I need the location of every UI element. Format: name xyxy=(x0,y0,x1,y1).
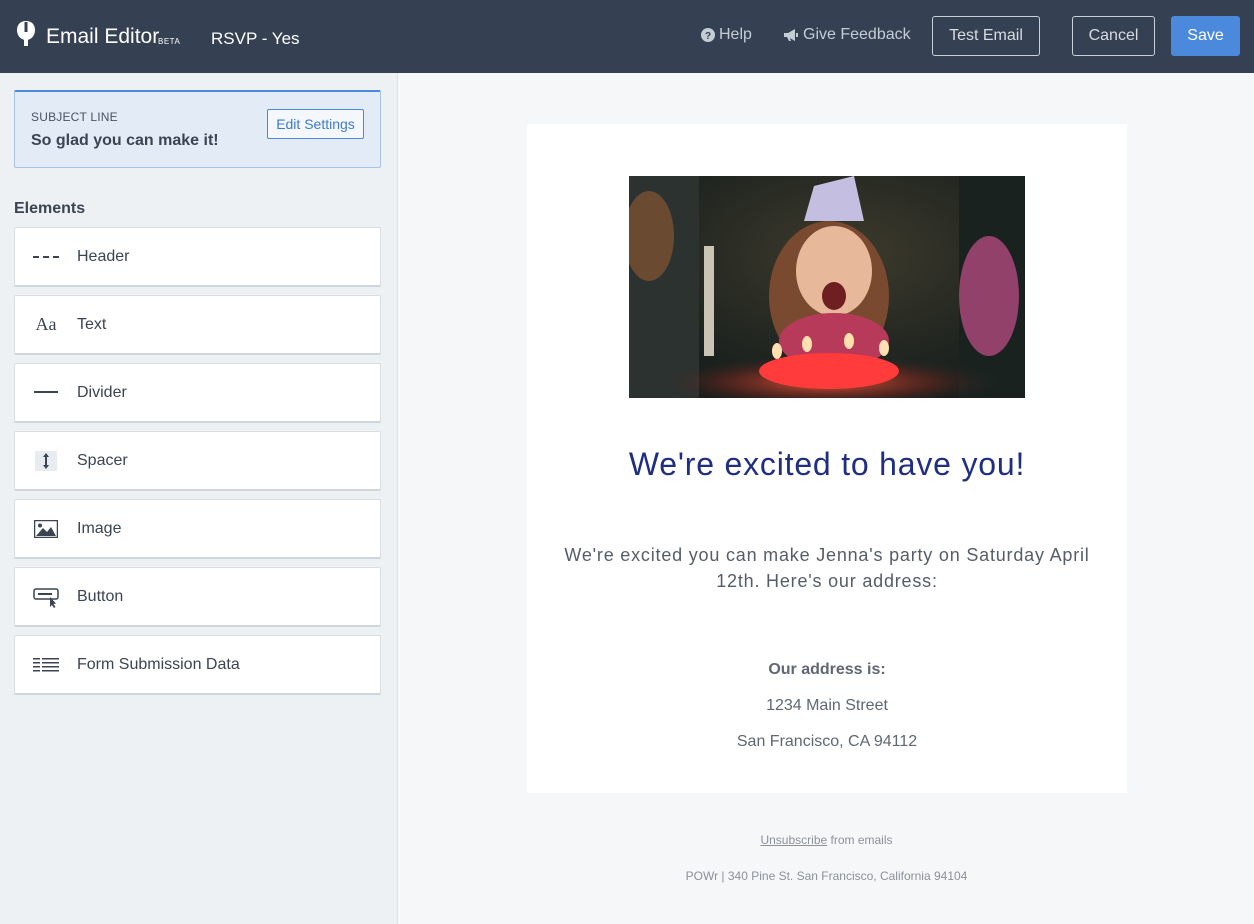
elements-heading: Elements xyxy=(14,200,86,217)
feedback-label: Give Feedback xyxy=(803,26,911,43)
document-title: RSVP - Yes xyxy=(211,29,300,48)
test-email-button[interactable]: Test Email xyxy=(932,16,1040,56)
element-label: Spacer xyxy=(77,451,128,469)
divider-line-icon xyxy=(15,364,77,421)
beta-badge: BETA xyxy=(158,37,181,46)
unsubscribe-link[interactable]: Unsubscribe xyxy=(760,833,827,847)
element-form-submission-data[interactable]: Form Submission Data xyxy=(14,635,381,695)
email-preview: We're excited to have you! We're excited… xyxy=(527,124,1127,793)
svg-text:?: ? xyxy=(705,31,711,42)
subject-line-panel: SUBJECT LINE So glad you can make it! Ed… xyxy=(14,90,381,168)
footer-address: POWr | 340 Pine St. San Francisco, Calif… xyxy=(685,869,968,883)
help-link[interactable]: ? Help xyxy=(701,26,752,44)
lines-grid-icon xyxy=(15,636,77,693)
powr-logo-icon xyxy=(17,21,35,46)
subject-line-label: SUBJECT LINE xyxy=(31,110,118,124)
subject-line-value: So glad you can make it! xyxy=(31,132,219,149)
vertical-arrows-icon xyxy=(15,432,77,489)
dashed-line-icon xyxy=(15,228,77,285)
element-header[interactable]: Header xyxy=(14,227,381,287)
help-label: Help xyxy=(719,26,752,43)
address-line-1: 1234 Main Street xyxy=(766,697,888,714)
sidebar: SUBJECT LINE So glad you can make it! Ed… xyxy=(0,73,398,924)
element-label: Divider xyxy=(77,383,127,401)
address-line-2: San Francisco, CA 94112 xyxy=(736,733,918,750)
text-aa-icon: Aa xyxy=(35,314,57,334)
edit-settings-button[interactable]: Edit Settings xyxy=(267,109,364,139)
address-title: Our address is: xyxy=(768,661,886,678)
email-headline[interactable]: We're excited to have you! xyxy=(527,446,1127,483)
birthday-photo[interactable] xyxy=(629,176,1025,398)
megaphone-icon xyxy=(784,29,798,41)
element-button[interactable]: Button xyxy=(14,567,381,627)
unsubscribe-suffix: from emails xyxy=(827,833,893,847)
question-circle-icon: ? xyxy=(701,28,715,42)
element-label: Form Submission Data xyxy=(77,655,240,673)
element-spacer[interactable]: Spacer xyxy=(14,431,381,491)
element-label: Header xyxy=(77,247,130,265)
image-icon xyxy=(15,500,77,557)
unsubscribe-line: Unsubscribe from emails xyxy=(399,833,1254,847)
button-cursor-icon xyxy=(15,568,77,625)
top-bar: Email Editor BETA RSVP - Yes ? Help Give… xyxy=(0,0,1254,73)
element-divider[interactable]: Divider xyxy=(14,363,381,423)
element-text[interactable]: Aa Text xyxy=(14,295,381,355)
save-button[interactable]: Save xyxy=(1171,16,1240,56)
birthday-photo-image xyxy=(629,176,1025,398)
element-label: Image xyxy=(77,519,122,537)
email-body-text[interactable]: We're excited you can make Jenna's party… xyxy=(557,542,1097,594)
email-canvas: We're excited to have you! We're excited… xyxy=(399,73,1254,924)
give-feedback-link[interactable]: Give Feedback xyxy=(783,26,911,44)
app-title: Email Editor xyxy=(46,25,160,48)
cancel-button[interactable]: Cancel xyxy=(1072,16,1155,56)
element-image[interactable]: Image xyxy=(14,499,381,559)
element-label: Text xyxy=(77,315,107,333)
element-label: Button xyxy=(77,587,124,605)
